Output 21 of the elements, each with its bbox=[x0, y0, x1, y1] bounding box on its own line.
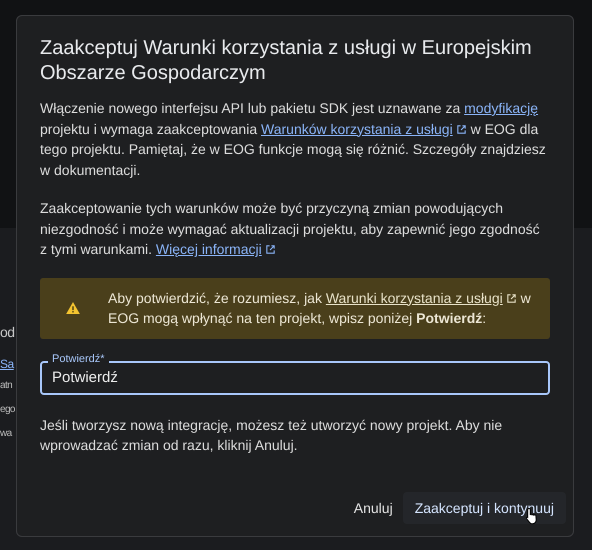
external-link-icon bbox=[456, 124, 467, 134]
note-text: Jeśli tworzysz nową integrację, możesz też utworzyć nowy projekt. Aby nie wprowadzać zmian od razu, kliknij Anuluj. bbox=[40, 416, 504, 455]
external-link-icon bbox=[264, 244, 276, 255]
warning-text: Aby potwierdzić, że rozumiesz, jak Warunki korzystania z usługi w EOG mogą wpłynąć na ten projekt, wpisz poniżej Potwierdź: bbox=[108, 288, 532, 328]
dialog-title: Zaakceptuj Warunki korzystania z usługi w Europejskim Obszarze Gospodarczym bbox=[40, 36, 533, 86]
background-text: atn bbox=[0, 379, 12, 393]
warning-icon bbox=[66, 302, 80, 314]
background-text: wa bbox=[0, 427, 12, 441]
paragraph: Zaakceptowanie tych warunków może być przyczyną zmian powodujących niezgodność i może wymagać aktualizacji projektu, aby zapewnić jego zgodność z tymi warunkami. Więcej informacji bbox=[40, 199, 541, 259]
accept-button[interactable]: Zaakceptuj i kontynuuj bbox=[402, 492, 566, 524]
link[interactable]: modyfikację bbox=[464, 100, 538, 116]
external-link[interactable]: Więcej informacji bbox=[156, 241, 276, 257]
external-link[interactable]: Warunków korzystania z usługi bbox=[261, 120, 467, 136]
cancel-button[interactable]: Anuluj bbox=[346, 492, 393, 524]
paragraph: Włączenie nowego interfejsu API lub pakietu SDK jest uznawane za modyfikację projektu i wymaga zaakceptowania Warunków korzystania z usługi w EOG dla tego projektu. Pamiętaj, że w EOG funkcje mogą się różnić. Szczegóły znajdziesz w dokumentacji. bbox=[40, 99, 547, 180]
background-heading: od bbox=[0, 323, 15, 342]
background-link[interactable]: Sa bbox=[0, 354, 14, 374]
external-link[interactable]: Warunki korzystania z usługi bbox=[326, 290, 517, 306]
field-label: Potwierdź* bbox=[48, 352, 109, 366]
external-link-icon bbox=[506, 292, 517, 304]
background-text: ego bbox=[0, 403, 15, 417]
